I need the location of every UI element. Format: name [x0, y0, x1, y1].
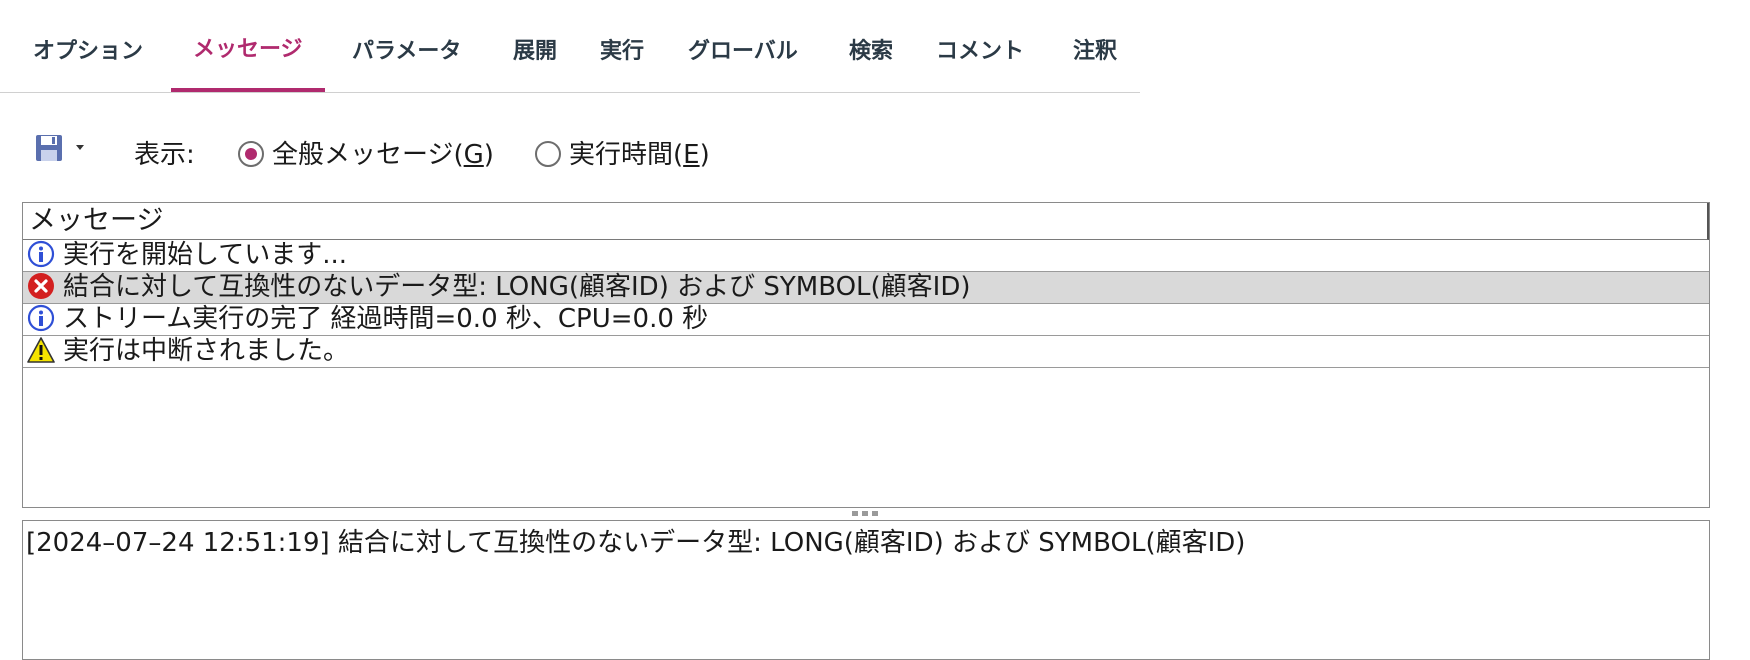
chevron-down-icon: [76, 145, 84, 150]
tab-annotations[interactable]: 注釈: [1073, 0, 1117, 92]
tab-comments[interactable]: コメント: [936, 0, 1024, 92]
message-row[interactable]: 実行は中断されました。: [23, 336, 1709, 368]
message-row[interactable]: ストリーム実行の完了 経過時間=0.0 秒、CPU=0.0 秒: [23, 304, 1709, 336]
tab-global[interactable]: グローバル: [688, 0, 798, 92]
tab-deploy[interactable]: 展開: [513, 0, 557, 92]
execution-time-radio[interactable]: 実行時間(E): [535, 134, 710, 171]
tab-options[interactable]: オプション: [33, 0, 143, 92]
info-icon: [27, 304, 55, 332]
general-messages-radio[interactable]: 全般メッセージ(G): [238, 134, 494, 171]
tab-messages[interactable]: メッセージ: [171, 0, 325, 92]
radio-selected-icon: [238, 141, 264, 167]
splitter-handle[interactable]: [852, 511, 880, 517]
tab-run[interactable]: 実行: [600, 0, 644, 92]
error-icon: [28, 273, 54, 299]
tab-bar: オプション メッセージ パラメータ 展開 実行 グローバル 検索 コメント 注釈: [0, 0, 1140, 93]
tab-parameters[interactable]: パラメータ: [352, 0, 461, 92]
warning-icon: [27, 337, 55, 363]
tab-search[interactable]: 検索: [849, 0, 893, 92]
message-row[interactable]: 実行を開始しています...: [23, 240, 1709, 272]
message-column-header[interactable]: メッセージ: [23, 203, 1709, 240]
info-icon: [27, 240, 55, 268]
radio-unselected-icon: [535, 141, 561, 167]
show-label: 表示:: [134, 140, 195, 170]
message-table: メッセージ 実行を開始しています... 結合に対して互換性のないデータ型: LO…: [22, 202, 1710, 508]
message-detail-text: [2024–07–24 12:51:19] 結合に対して互換性のないデータ型: …: [26, 528, 1246, 558]
save-dropdown-button[interactable]: [35, 133, 91, 165]
message-detail-pane[interactable]: [2024–07–24 12:51:19] 結合に対して互換性のないデータ型: …: [22, 520, 1710, 660]
save-icon: [36, 135, 84, 161]
message-row[interactable]: 結合に対して互換性のないデータ型: LONG(顧客ID) および SYMBOL(…: [23, 272, 1709, 304]
